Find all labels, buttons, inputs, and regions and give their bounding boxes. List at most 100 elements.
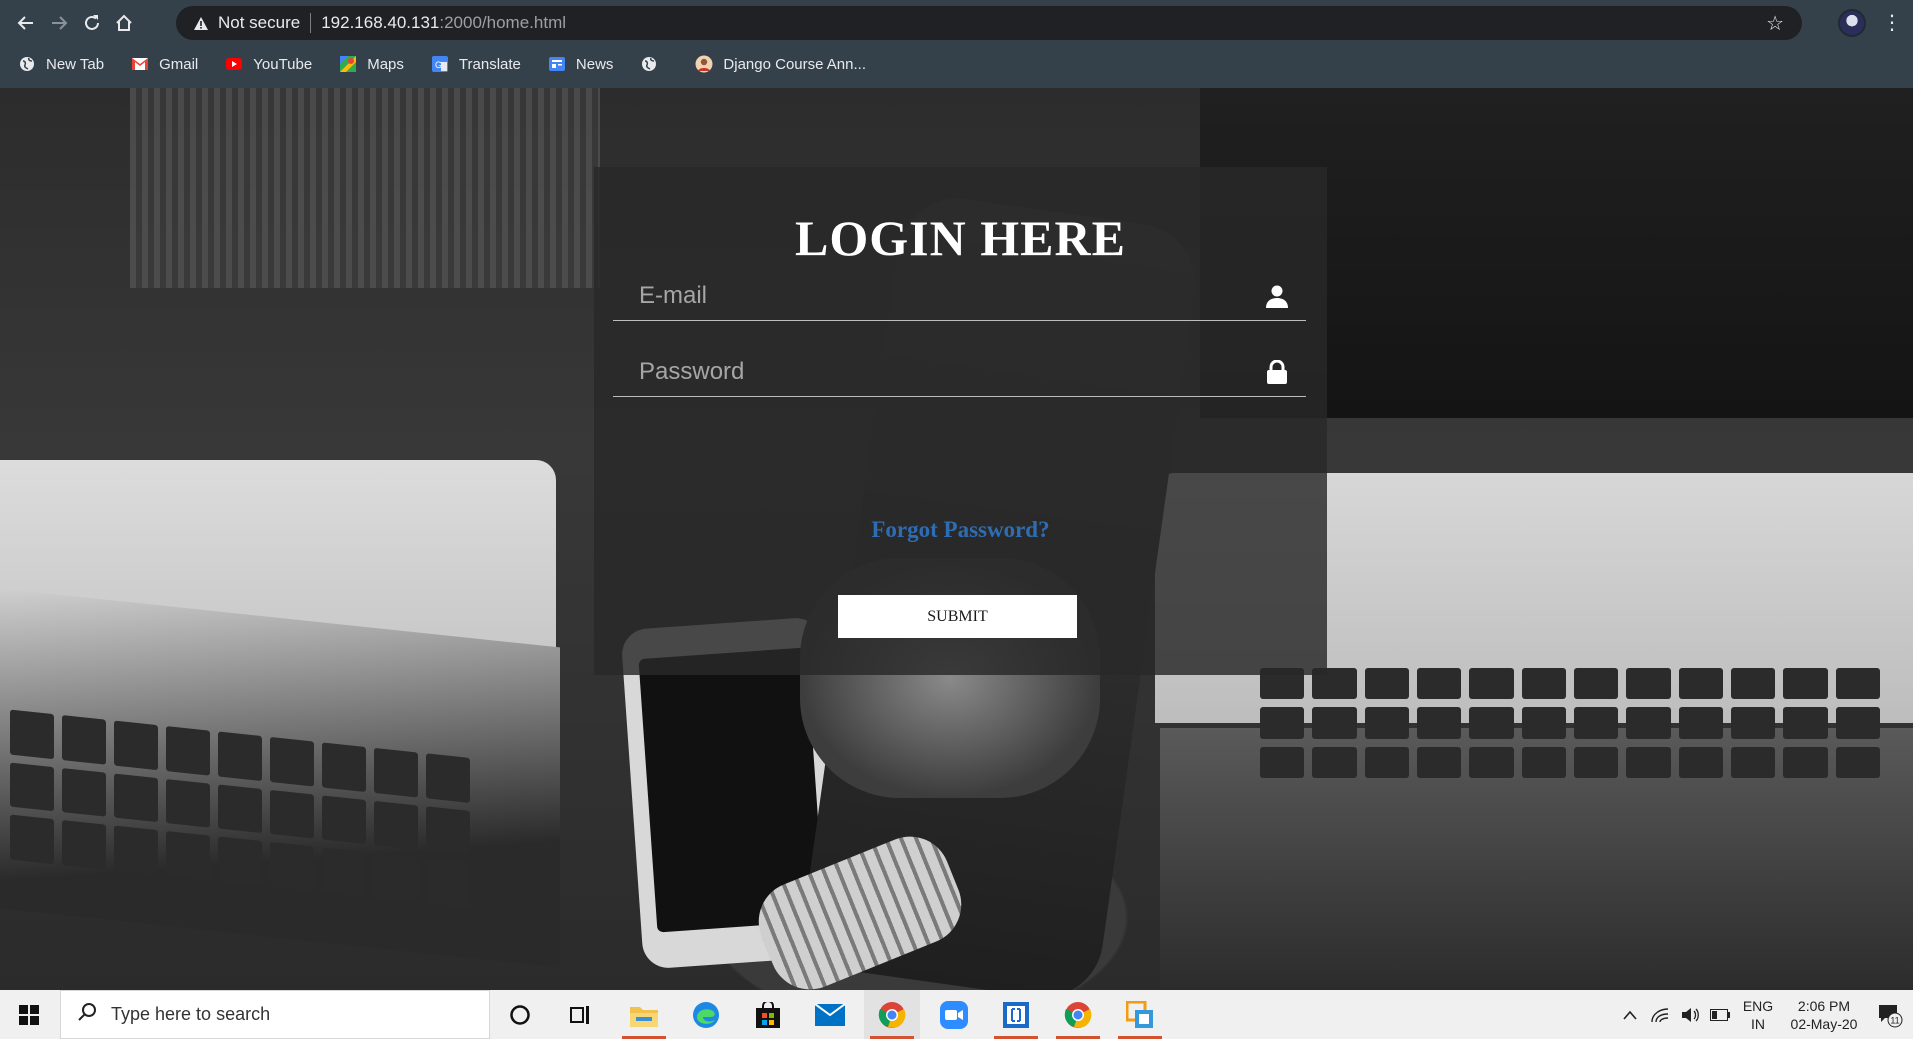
taskbar-file-explorer[interactable] (616, 990, 672, 1039)
keyboard-keys (10, 709, 470, 908)
url-path: :2000/home.html (439, 13, 567, 32)
django-course-icon (695, 55, 713, 73)
home-icon (116, 14, 132, 31)
forgot-password-link[interactable]: Forgot Password? (594, 517, 1327, 543)
wifi-icon[interactable] (1645, 1007, 1675, 1023)
warning-icon (190, 16, 212, 31)
region-code: IN (1751, 1015, 1765, 1032)
globe-icon (640, 55, 658, 73)
bookmark-label: Maps (367, 55, 404, 73)
back-button[interactable] (10, 7, 42, 39)
taskbar-mail[interactable] (802, 990, 858, 1039)
background-photo-shirt (130, 88, 600, 288)
mail-icon (815, 1003, 845, 1026)
login-card: LOGIN HERE Forgot Password? SUBMIT (594, 167, 1327, 675)
task-view-button[interactable] (552, 990, 608, 1039)
clock[interactable]: 2:06 PM 02-May-20 (1781, 997, 1867, 1033)
volume-icon[interactable] (1675, 1007, 1705, 1023)
bookmark-label: YouTube (253, 55, 313, 73)
windows-taskbar: Type here to search ENG IN 2:06 PM 02-Ma… (0, 990, 1913, 1039)
bookmark-maps[interactable]: Maps (321, 50, 413, 78)
news-icon (548, 55, 566, 73)
taskbar-search-placeholder: Type here to search (111, 1004, 271, 1024)
bookmark-label: News (575, 55, 614, 73)
taskbar-edge[interactable] (678, 990, 734, 1039)
bookmark-label: Django Course Ann... (723, 55, 866, 73)
password-field[interactable] (613, 347, 1306, 397)
start-button[interactable] (0, 990, 58, 1039)
bookmark-translate[interactable]: G Translate (413, 50, 530, 78)
submit-button[interactable]: SUBMIT (838, 595, 1077, 638)
clock-date: 02-May-20 (1790, 1015, 1858, 1032)
reload-button[interactable] (76, 7, 108, 39)
arrow-left-icon (17, 16, 33, 30)
home-button[interactable] (108, 7, 140, 39)
forward-button[interactable] (43, 7, 75, 39)
bookmark-django-course[interactable]: Django Course Ann... (677, 50, 875, 78)
zoom-icon (940, 1000, 968, 1029)
taskbar-chrome-2[interactable] (1050, 990, 1106, 1039)
address-separator (310, 13, 312, 33)
language-indicator[interactable]: ENG IN (1735, 997, 1781, 1033)
page-viewport: LOGIN HERE Forgot Password? SUBMIT (0, 88, 1913, 990)
task-view-icon (570, 1005, 589, 1024)
taskbar-code-editor[interactable] (988, 990, 1044, 1039)
profile-avatar[interactable] (1838, 9, 1866, 37)
taskbar-zoom[interactable] (926, 990, 982, 1039)
bookmark-label: Gmail (159, 55, 199, 73)
edge-icon (693, 1001, 719, 1028)
bookmark-star-icon[interactable]: ☆ (1766, 11, 1784, 36)
bookmark-label: New Tab (46, 55, 105, 73)
bookmark-youtube[interactable]: YouTube (207, 50, 321, 78)
cortana-icon (510, 1004, 530, 1025)
login-title: LOGIN HERE (795, 210, 1126, 266)
taskbar-remote-desktop[interactable] (1112, 990, 1168, 1039)
chrome-icon (878, 1001, 906, 1028)
gmail-icon (131, 55, 149, 73)
keyboard-keys (1260, 668, 1880, 778)
store-icon (756, 1001, 780, 1028)
security-status[interactable]: Not secure (218, 13, 300, 33)
browser-chrome: Not secure 192.168.40.131:2000/home.html… (0, 0, 1913, 88)
windows-logo-icon (19, 1004, 39, 1025)
notification-center-button[interactable]: 11 (1867, 1002, 1913, 1028)
taskbar-search-box[interactable]: Type here to search (60, 990, 490, 1039)
bookmark-gmail[interactable]: Gmail (113, 50, 207, 78)
maps-icon (339, 55, 357, 73)
chrome-icon (1064, 1001, 1092, 1028)
cortana-button[interactable] (492, 990, 548, 1039)
taskbar-store[interactable] (740, 990, 796, 1039)
address-bar[interactable]: Not secure 192.168.40.131:2000/home.html… (176, 6, 1802, 40)
language-code: ENG (1742, 997, 1774, 1014)
browser-toolbar: Not secure 192.168.40.131:2000/home.html… (0, 0, 1913, 46)
bookmark-news[interactable]: News (530, 50, 623, 78)
password-input[interactable] (613, 347, 1262, 396)
bookmark-new-tab[interactable]: New Tab (0, 50, 113, 78)
svg-text:G: G (435, 60, 442, 70)
translate-icon: G (431, 55, 449, 73)
notification-icon: 11 (1879, 1004, 1903, 1027)
lock-icon (1262, 359, 1292, 384)
user-icon (1262, 284, 1292, 308)
chevron-up-icon[interactable] (1615, 1010, 1645, 1020)
youtube-icon (225, 55, 243, 73)
bookmark-globe[interactable] (622, 50, 677, 78)
battery-icon[interactable] (1705, 1008, 1735, 1021)
notification-count: 11 (1890, 1015, 1899, 1025)
background-laptop-left-keyboard (0, 588, 560, 968)
code-icon (1003, 1001, 1029, 1028)
email-field[interactable] (613, 271, 1306, 321)
bookmarks-bar: New Tab Gmail YouTube Maps G Translate N… (0, 48, 875, 80)
globe-icon (18, 55, 36, 73)
file-explorer-icon (630, 1006, 658, 1027)
taskbar-chrome[interactable] (864, 990, 920, 1039)
browser-menu-icon[interactable]: ⋮ (1878, 7, 1906, 39)
bookmark-label: Translate (458, 55, 521, 73)
system-tray: ENG IN 2:06 PM 02-May-20 11 (1615, 990, 1913, 1039)
url-host: 192.168.40.131 (321, 13, 440, 32)
email-input[interactable] (613, 271, 1262, 320)
reload-icon (85, 15, 99, 30)
search-icon (77, 1002, 97, 1027)
clock-time: 2:06 PM (1797, 997, 1851, 1014)
remote-desktop-icon (1126, 1000, 1153, 1028)
